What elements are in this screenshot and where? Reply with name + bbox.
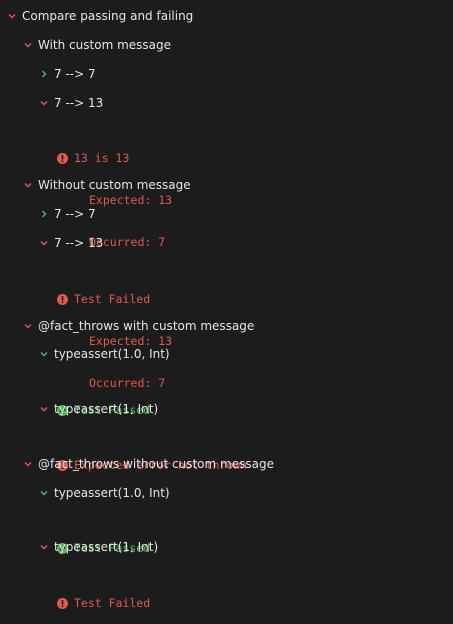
tree-item-label: 7 --> 7 — [54, 207, 96, 221]
chevron-right-icon[interactable] — [38, 206, 50, 222]
chevron-down-icon[interactable] — [22, 177, 34, 193]
tree-item-7-to-7[interactable]: 7 --> 7 — [38, 66, 96, 82]
test-result-failed: Test Failed — [57, 568, 150, 624]
tree-group-fact-throws-without-custom-message[interactable]: @fact_throws without custom message — [22, 456, 274, 472]
tree-item-7-to-13[interactable]: 7 --> 13 — [38, 235, 103, 251]
tree-group-fact-throws-with-custom-message[interactable]: @fact_throws with custom message — [22, 318, 254, 334]
tree-group-with-custom-message[interactable]: With custom message — [22, 37, 171, 53]
tree-item-typeassert-int[interactable]: typeassert(1, Int) — [38, 539, 158, 555]
tree-item-typeassert-float[interactable]: typeassert(1.0, Int) — [38, 346, 170, 362]
result-expected: Expected: 13 — [89, 193, 173, 207]
chevron-down-icon[interactable] — [38, 539, 50, 555]
chevron-down-icon[interactable] — [38, 346, 50, 362]
tree-item-label: typeassert(1.0, Int) — [54, 347, 170, 361]
error-icon — [57, 293, 68, 305]
tree-item-label: 7 --> 13 — [54, 236, 104, 250]
result-title: 13 is 13 — [74, 151, 130, 165]
tree-group-label: @fact_throws with custom message — [38, 319, 255, 333]
tree-root-label: Compare passing and failing — [22, 9, 194, 23]
chevron-down-icon[interactable] — [38, 401, 50, 417]
tree-item-label: typeassert(1, Int) — [54, 540, 159, 554]
error-icon — [57, 597, 68, 609]
chevron-down-icon[interactable] — [22, 318, 34, 334]
chevron-down-icon[interactable] — [22, 456, 34, 472]
tree-group-without-custom-message[interactable]: Without custom message — [22, 177, 191, 193]
chevron-down-icon[interactable] — [38, 485, 50, 501]
tree-item-label: typeassert(1.0, Int) — [54, 486, 170, 500]
tree-item-label: 7 --> 13 — [54, 96, 104, 110]
tree-item-typeassert-int[interactable]: typeassert(1, Int) — [38, 401, 158, 417]
tree-item-label: 7 --> 7 — [54, 67, 96, 81]
result-title: Test Failed — [74, 292, 151, 306]
tree-item-7-to-13[interactable]: 7 --> 13 — [38, 95, 103, 111]
tree-root[interactable]: Compare passing and failing — [6, 8, 193, 24]
tree-item-7-to-7[interactable]: 7 --> 7 — [38, 206, 96, 222]
tree-group-label: With custom message — [38, 38, 171, 52]
chevron-down-icon[interactable] — [6, 8, 18, 24]
tree-item-label: typeassert(1, Int) — [54, 402, 159, 416]
result-title: Test Failed — [74, 596, 151, 610]
chevron-right-icon[interactable] — [38, 66, 50, 82]
tree-group-label: @fact_throws without custom message — [38, 457, 274, 471]
chevron-down-icon[interactable] — [38, 235, 50, 251]
error-icon — [57, 152, 68, 164]
tree-group-label: Without custom message — [38, 178, 191, 192]
tree-item-typeassert-float[interactable]: typeassert(1.0, Int) — [38, 485, 170, 501]
chevron-down-icon[interactable] — [38, 95, 50, 111]
chevron-down-icon[interactable] — [22, 37, 34, 53]
